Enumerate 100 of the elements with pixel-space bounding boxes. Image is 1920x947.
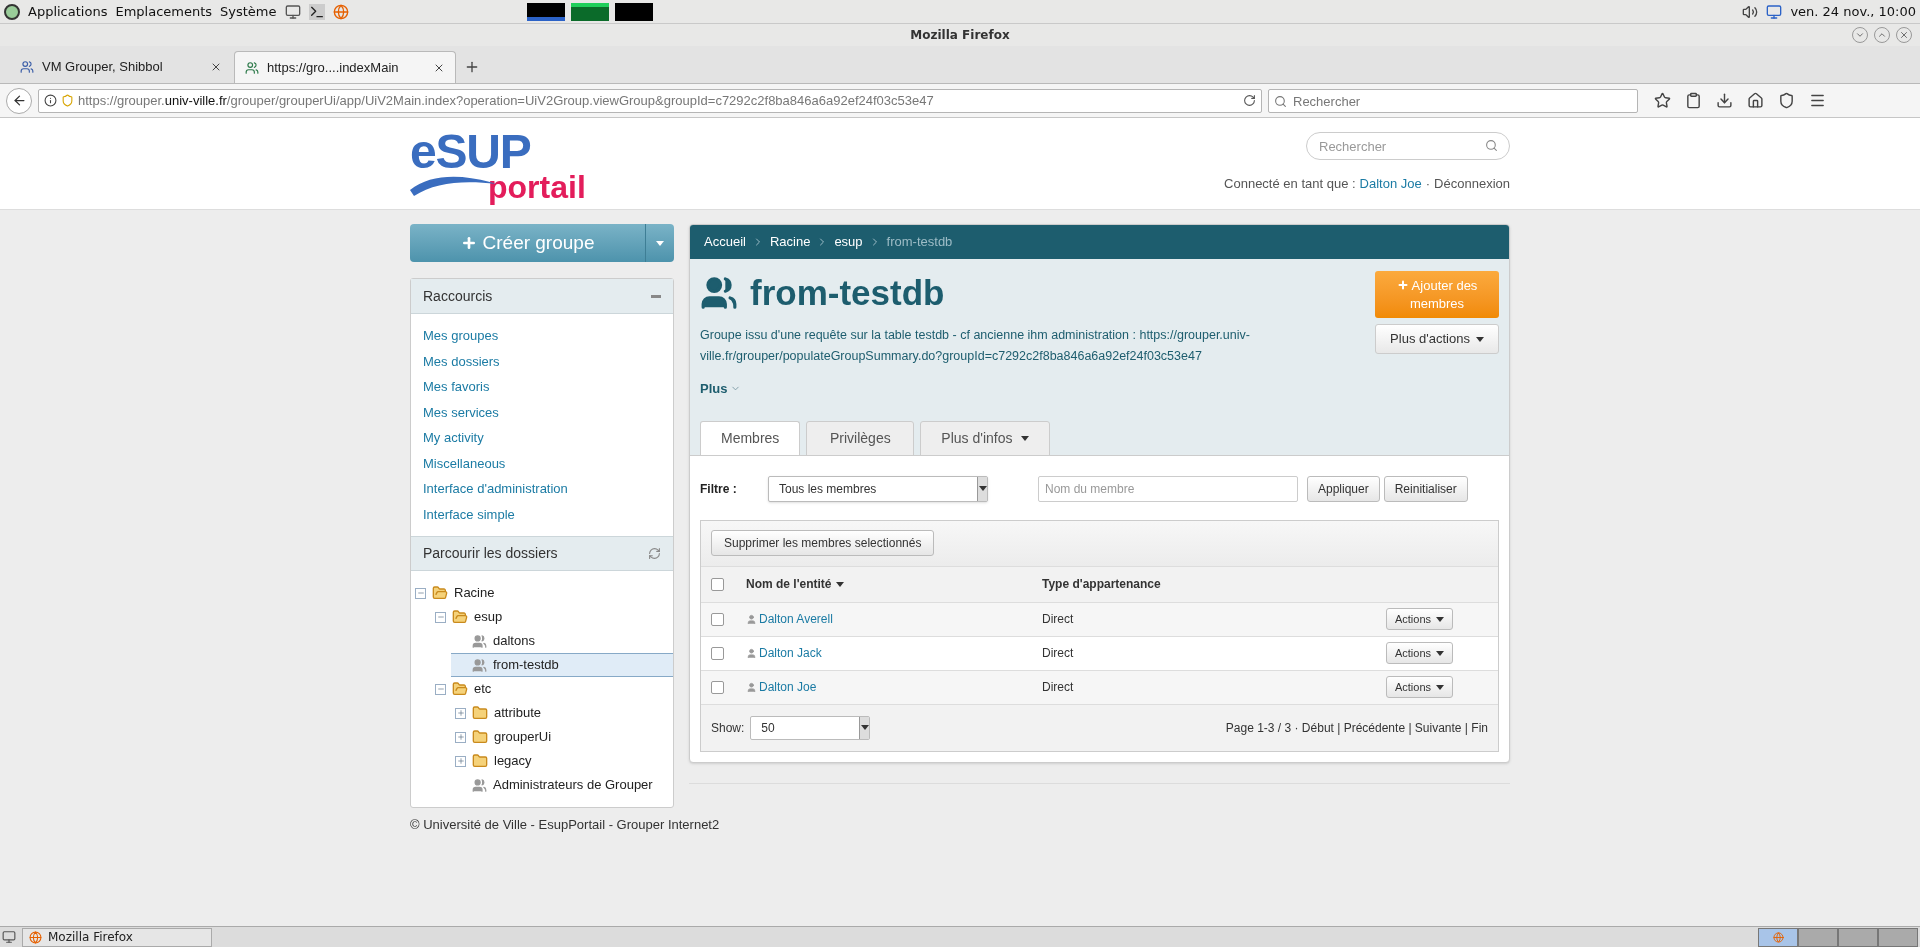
caret-icon	[1020, 435, 1029, 441]
row-checkbox[interactable]	[711, 646, 724, 660]
member-link[interactable]: Dalton Jack	[759, 644, 1042, 662]
tree-label: grouperUi	[494, 728, 552, 747]
collapse-icon[interactable]	[435, 611, 446, 623]
network-graph	[614, 2, 653, 21]
shield-icon[interactable]	[1778, 92, 1795, 109]
expand-icon[interactable]	[455, 731, 466, 743]
breadcrumb-item[interactable]: Accueil	[704, 232, 746, 252]
show-desktop-icon[interactable]	[2, 930, 16, 944]
workspace[interactable]	[1878, 927, 1918, 947]
browser-icon[interactable]	[332, 3, 349, 20]
tab-favicon	[20, 60, 34, 74]
close-tab-icon[interactable]	[210, 61, 222, 73]
tree-item[interactable]: daltons	[451, 629, 673, 653]
taskbar-item[interactable]: Mozilla Firefox	[22, 927, 212, 947]
volume-icon[interactable]	[1742, 3, 1759, 20]
new-tab-icon[interactable]	[464, 59, 480, 75]
home-icon[interactable]	[1747, 92, 1764, 109]
column-header[interactable]: Nom de l'entité	[746, 575, 1042, 593]
panel-menu[interactable]: Emplacements	[115, 1, 213, 22]
browser-search-field[interactable]: Rechercher	[1268, 89, 1638, 113]
panel-menu[interactable]: Applications	[28, 1, 108, 22]
expand-icon[interactable]	[455, 755, 466, 767]
group-description: Groupe issu d'une requête sur la table testdb - cf ancienne ihm administration : https://grouper.univ-ville.fr/grouper/populateGroupSummary.do?groupId=c7292c2f8ba846a6a92ef24f03c53e47	[700, 327, 1251, 365]
shortcut-link[interactable]: Interface simple	[423, 501, 515, 527]
browser-icon	[1772, 931, 1784, 943]
site-search-field[interactable]: Rechercher	[1306, 132, 1510, 160]
create-dropdown-button[interactable]	[646, 224, 674, 262]
terminal-icon[interactable]	[308, 3, 325, 20]
membership-type: Direct	[1042, 645, 1075, 662]
actions-button[interactable]: Actions	[1385, 642, 1453, 664]
info-icon[interactable]	[44, 94, 57, 107]
monitor-icon[interactable]	[284, 3, 301, 20]
search-icon[interactable]	[1485, 139, 1498, 152]
tree-item[interactable]: esup	[431, 605, 673, 629]
tab[interactable]: Plus d'infos	[920, 420, 1050, 456]
collapse-icon[interactable]	[415, 587, 426, 599]
pagination: Page 1-3 / 3 · Début | Précédente | Suivante | Fin	[1225, 719, 1488, 737]
url-text: https://grouper.univ-ville.fr/grouper/grouperUi/app/UiV2Main.index?operation=UiV2Group.viewGroup&groupId=c7292c2f8ba846a6a92ef24f03c53e47	[78, 91, 935, 110]
collapse-icon[interactable]	[435, 683, 446, 695]
window-title: Mozilla Firefox	[910, 27, 1010, 44]
member-filter-select[interactable]: Tous les membres	[768, 475, 988, 502]
more-actions-button[interactable]: Plus d'actions	[1375, 324, 1499, 354]
browser-tab[interactable]: VM Grouper, Shibbol	[10, 51, 232, 83]
apply-button[interactable]: Appliquer	[1307, 475, 1380, 502]
member-name-field[interactable]: Nom du membre	[1038, 475, 1298, 502]
membership-type: Direct	[1042, 679, 1075, 696]
shortcut-link[interactable]: Mes services	[423, 399, 499, 425]
download-icon[interactable]	[1716, 92, 1733, 109]
breadcrumb-item[interactable]: Racine	[769, 232, 811, 252]
reload-icon[interactable]	[1243, 94, 1256, 107]
reset-button[interactable]: Reinitialiser	[1383, 475, 1468, 502]
workspace[interactable]	[1798, 927, 1838, 947]
actions-button[interactable]: Actions	[1385, 676, 1453, 698]
refresh-icon[interactable]	[648, 547, 661, 560]
tree-item[interactable]: attribute	[451, 701, 673, 725]
browser-tab[interactable]: https://gro....indexMain	[234, 51, 456, 83]
more-toggle[interactable]: Plus	[700, 379, 742, 399]
tree-item[interactable]: Administrateurs de Grouper	[451, 773, 673, 797]
shortcut-link[interactable]: Mes favoris	[423, 374, 490, 400]
tree-item[interactable]: from-testdb	[451, 653, 673, 677]
member-link[interactable]: Dalton Joe	[759, 678, 1042, 696]
shortcut-link[interactable]: Mes dossiers	[423, 348, 500, 374]
user-link[interactable]: Dalton Joe	[1359, 174, 1422, 194]
logout-link[interactable]: Déconnexion	[1434, 174, 1510, 194]
shortcut-link[interactable]: My activity	[423, 425, 484, 451]
tree-item[interactable]: Racine	[411, 581, 673, 605]
expand-icon[interactable]	[455, 707, 466, 719]
tree-item[interactable]: grouperUi	[451, 725, 673, 749]
actions-button[interactable]: Actions	[1385, 608, 1453, 630]
tree-label: from-testdb	[493, 656, 559, 675]
breadcrumb-item[interactable]: esup	[834, 232, 863, 252]
tab-favicon	[245, 60, 259, 75]
back-button[interactable]	[6, 87, 32, 114]
tree-item[interactable]: etc	[431, 677, 673, 701]
tab[interactable]: Privilèges	[806, 420, 915, 456]
row-checkbox[interactable]	[711, 680, 724, 694]
tab[interactable]: Membres	[700, 420, 801, 456]
filter-label: Filtre :	[700, 480, 738, 498]
workspace[interactable]	[1838, 927, 1878, 947]
page-size-select[interactable]: 50	[750, 715, 871, 740]
shortcut-link[interactable]: Mes groupes	[423, 323, 499, 349]
select-all-checkbox[interactable]	[711, 577, 724, 591]
shortcut-link[interactable]: Miscellaneous	[423, 450, 506, 476]
esup-portail-logo[interactable]: eSUP portail	[410, 132, 590, 209]
panel-menu[interactable]: Système	[220, 1, 277, 22]
delete-selected-button[interactable]: Supprimer les membres selectionnés	[711, 530, 935, 556]
collapse-icon[interactable]	[651, 294, 661, 298]
shortcut-link[interactable]: Interface d'administration	[423, 476, 568, 502]
address-bar[interactable]: https://grouper.univ-ville.fr/grouper/grouperUi/app/UiV2Main.index?operation=UiV2Group.viewGroup&groupId=c7292c2f8ba846a6a92ef24f03c53e47	[38, 88, 1262, 113]
bookmark-star-icon[interactable]	[1654, 92, 1671, 109]
member-link[interactable]: Dalton Averell	[759, 610, 1042, 628]
clock[interactable]: ven. 24 nov., 10:00	[1790, 1, 1916, 22]
workspace[interactable]	[1758, 927, 1798, 947]
tree-item[interactable]: legacy	[451, 749, 673, 773]
menu-icon[interactable]	[1809, 92, 1826, 109]
clipboard-icon[interactable]	[1685, 92, 1702, 109]
row-checkbox[interactable]	[711, 612, 724, 626]
group-icon	[700, 274, 738, 312]
